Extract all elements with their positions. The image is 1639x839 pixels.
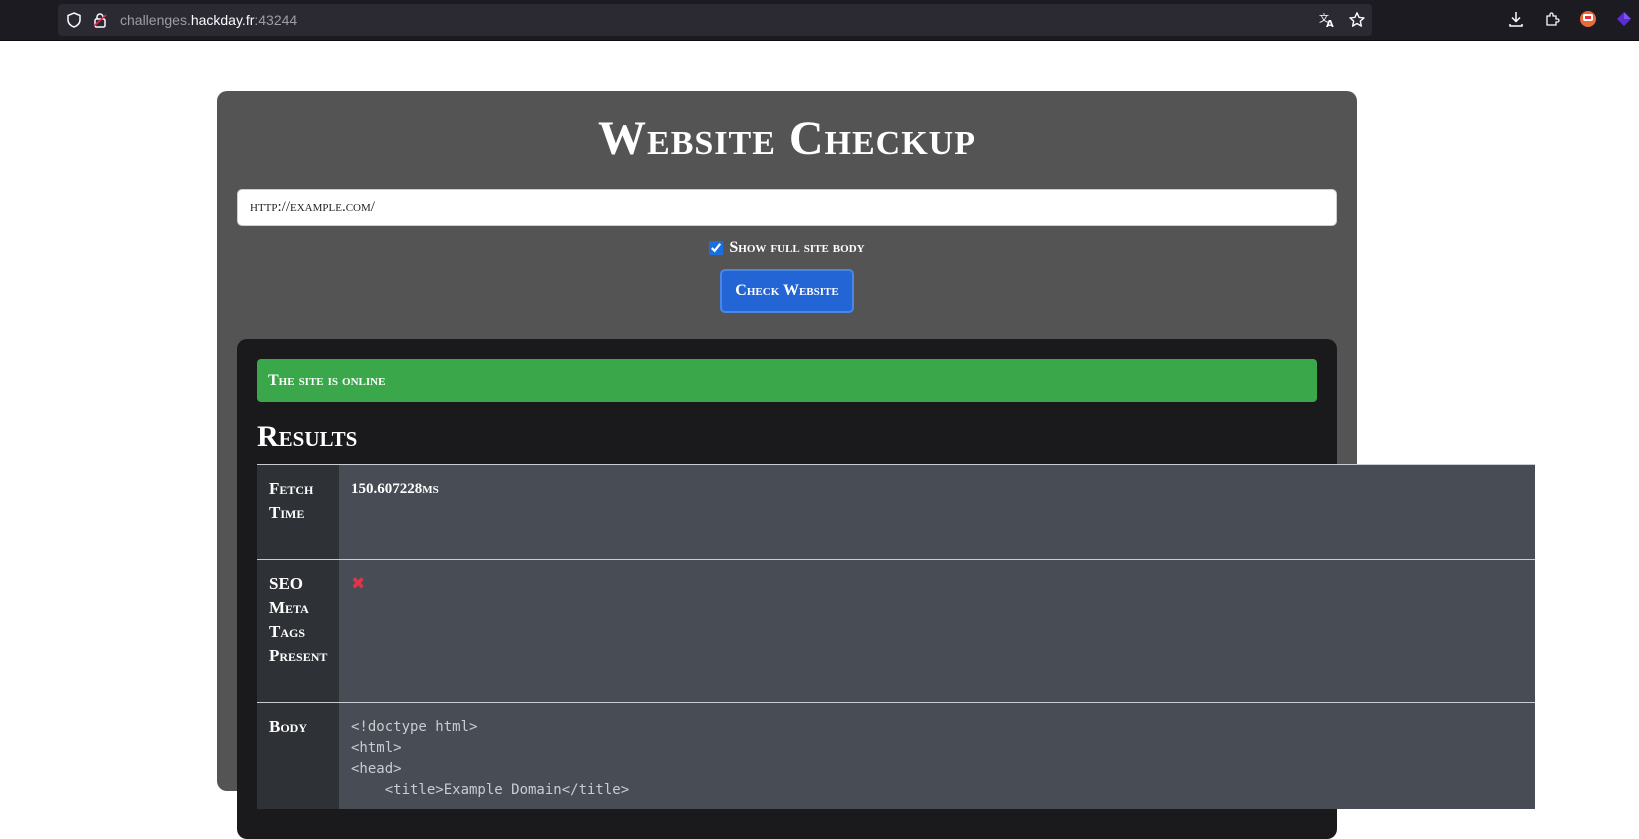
url-host: hackday.fr	[190, 12, 255, 28]
body-value: <!doctype html> <html> <head> <title>Exa…	[339, 702, 1535, 809]
browser-toolbar: challenges.hackday.fr:43244 文 A	[0, 0, 1639, 41]
check-website-button[interactable]: Check Website	[720, 269, 854, 313]
url-text[interactable]: challenges.hackday.fr:43244	[120, 11, 297, 29]
show-body-checkbox[interactable]	[709, 241, 724, 255]
page-title: Website Checkup	[598, 112, 976, 165]
url-prefix: challenges.	[120, 12, 191, 28]
lock-icon[interactable]	[92, 12, 108, 28]
svg-text:A: A	[1326, 19, 1334, 29]
table-row: SEO Meta Tags Present ✖	[257, 559, 1535, 703]
fetch-time-value: 150.607228ms	[339, 464, 1535, 560]
table-row: Body <!doctype html> <html> <head> <titl…	[257, 702, 1535, 809]
show-body-option[interactable]: Show full site body	[217, 239, 1357, 257]
table-row: Fetch Time 150.607228ms	[257, 464, 1535, 560]
status-alert: The site is online	[257, 359, 1317, 402]
profile-icon[interactable]	[1579, 10, 1597, 28]
seo-meta-label: SEO Meta Tags Present	[257, 559, 339, 703]
puzzle-icon[interactable]	[1543, 10, 1561, 28]
results-heading: Results	[257, 420, 358, 453]
results-table: Fetch Time 150.607228ms SEO Meta Tags Pr…	[257, 464, 1535, 809]
seo-meta-value: ✖	[339, 559, 1535, 703]
cube-icon[interactable]	[1615, 10, 1633, 28]
cross-icon: ✖	[351, 574, 366, 594]
url-input[interactable]	[237, 189, 1337, 226]
address-bar[interactable]: challenges.hackday.fr:43244 文 A	[58, 4, 1372, 36]
star-icon[interactable]	[1348, 11, 1366, 29]
shield-icon[interactable]	[66, 12, 82, 28]
url-port: :43244	[254, 12, 298, 28]
body-label: Body	[257, 702, 339, 809]
show-body-label: Show full site body	[729, 239, 865, 256]
download-icon[interactable]	[1507, 10, 1525, 28]
fetch-time-label: Fetch Time	[257, 464, 339, 560]
translate-icon[interactable]: 文 A	[1318, 11, 1336, 29]
body-code: <!doctype html> <html> <head> <title>Exa…	[351, 719, 630, 798]
